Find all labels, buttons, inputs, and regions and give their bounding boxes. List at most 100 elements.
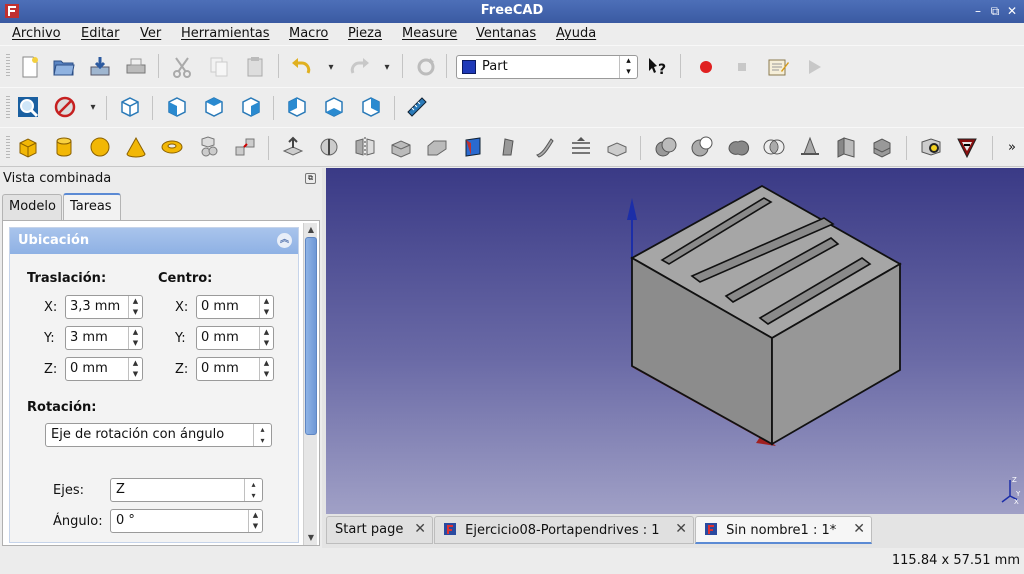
sphere-icon[interactable] — [86, 133, 114, 161]
torus-icon[interactable] — [158, 133, 186, 161]
angle-field[interactable]: 0 ° ▲ ▼ — [110, 509, 263, 533]
task-scrollbar[interactable]: ▲ ▼ — [303, 223, 317, 545]
placement-header[interactable]: Ubicación ︽ — [10, 228, 298, 254]
offset-icon[interactable] — [868, 133, 896, 161]
new-file-icon[interactable] — [16, 53, 44, 81]
revolve-icon[interactable] — [315, 133, 343, 161]
draw-style-dropdown-icon[interactable]: ▾ — [87, 93, 99, 121]
center-z-field[interactable]: 0 mm ▲ ▼ — [196, 357, 274, 381]
close-tab-icon[interactable]: ✕ — [414, 521, 426, 537]
common-icon[interactable] — [760, 133, 788, 161]
spin-arrows-icon[interactable]: ▲ ▼ — [259, 358, 273, 380]
rear-view-icon[interactable] — [283, 93, 311, 121]
print-icon[interactable] — [122, 53, 150, 81]
edit-macro-icon[interactable] — [764, 53, 792, 81]
undo-icon[interactable] — [288, 53, 316, 81]
shape-builder-icon[interactable] — [231, 133, 259, 161]
cut-boolean-icon[interactable] — [688, 133, 716, 161]
translation-x-field[interactable]: 3,3 mm ▲ ▼ — [65, 295, 143, 319]
scroll-thumb[interactable] — [305, 237, 317, 435]
close-tab-icon[interactable]: ✕ — [675, 521, 687, 537]
left-view-icon[interactable] — [357, 93, 385, 121]
boolean-icon[interactable] — [652, 133, 680, 161]
menu-editar[interactable]: Editar — [81, 26, 120, 41]
menu-herramientas[interactable]: Herramientas — [181, 26, 270, 41]
cut-icon[interactable] — [168, 53, 196, 81]
center-x-field[interactable]: 0 mm ▲ ▼ — [196, 295, 274, 319]
spin-arrows-icon[interactable]: ▲ ▼ — [128, 358, 142, 380]
redo-icon[interactable] — [345, 53, 373, 81]
doc-tab-start-page[interactable]: Start page ✕ — [326, 516, 433, 544]
primitives-icon[interactable] — [195, 133, 223, 161]
measure-distance-icon[interactable] — [403, 93, 431, 121]
doc-tab-sin-nombre1[interactable]: Sin nombre1 : 1* ✕ — [695, 516, 872, 544]
defeaturing-icon[interactable] — [953, 133, 981, 161]
menu-measure[interactable]: Measure — [402, 26, 457, 41]
thickness-icon[interactable] — [832, 133, 860, 161]
make-face-icon[interactable] — [459, 133, 487, 161]
section-cut-icon[interactable] — [796, 133, 824, 161]
tab-modelo[interactable]: Modelo — [2, 194, 62, 220]
fillet-icon[interactable] — [387, 133, 415, 161]
scroll-up-icon[interactable]: ▲ — [304, 223, 318, 237]
open-file-icon[interactable] — [50, 53, 78, 81]
spin-arrows-icon[interactable]: ▲ ▼ — [128, 327, 142, 349]
undo-dropdown-icon[interactable]: ▾ — [325, 53, 337, 81]
stop-macro-icon[interactable] — [728, 53, 756, 81]
toolbar-overflow-button[interactable]: » — [1002, 133, 1022, 161]
check-geometry-icon[interactable] — [917, 133, 945, 161]
close-window-button[interactable]: ✕ — [1004, 2, 1020, 20]
3d-viewport[interactable]: Z Y X — [326, 168, 1024, 514]
whats-this-icon[interactable]: ? — [643, 53, 671, 81]
mirror-icon[interactable] — [351, 133, 379, 161]
record-macro-icon[interactable] — [692, 53, 720, 81]
right-view-icon[interactable] — [237, 93, 265, 121]
rotation-mode-select[interactable]: Eje de rotación con ángulo ▴ ▾ — [45, 423, 272, 447]
cone-icon[interactable] — [122, 133, 150, 161]
spin-arrows-icon[interactable]: ▲ ▼ — [259, 296, 273, 318]
cylinder-icon[interactable] — [50, 133, 78, 161]
center-y-field[interactable]: 0 mm ▲ ▼ — [196, 326, 274, 350]
box-icon[interactable] — [14, 133, 42, 161]
close-tab-icon[interactable]: ✕ — [853, 521, 865, 537]
draw-style-icon[interactable] — [51, 93, 79, 121]
translation-z-field[interactable]: 0 mm ▲ ▼ — [65, 357, 143, 381]
menu-pieza[interactable]: Pieza — [348, 26, 382, 41]
menu-macro[interactable]: Macro — [289, 26, 328, 41]
fit-all-icon[interactable] — [14, 93, 42, 121]
front-view-icon[interactable] — [163, 93, 191, 121]
tab-tareas[interactable]: Tareas — [63, 193, 121, 220]
collapse-icon[interactable]: ︽ — [277, 233, 292, 248]
paste-icon[interactable] — [241, 53, 269, 81]
scroll-down-icon[interactable]: ▼ — [304, 531, 318, 545]
refresh-icon[interactable] — [412, 53, 440, 81]
float-panel-icon[interactable]: ⧉ — [305, 173, 316, 184]
toolbar-grip[interactable] — [6, 96, 10, 120]
menu-ventanas[interactable]: Ventanas — [476, 26, 536, 41]
spin-arrows-icon[interactable]: ▲ ▼ — [248, 510, 262, 532]
fuse-icon[interactable] — [724, 133, 752, 161]
chamfer-icon[interactable] — [423, 133, 451, 161]
spin-arrows-icon[interactable]: ▲ ▼ — [259, 327, 273, 349]
translation-y-field[interactable]: 3 mm ▲ ▼ — [65, 326, 143, 350]
isometric-view-icon[interactable] — [116, 93, 144, 121]
section-icon[interactable] — [603, 133, 631, 161]
top-view-icon[interactable] — [200, 93, 228, 121]
loft-icon[interactable] — [531, 133, 559, 161]
bottom-view-icon[interactable] — [320, 93, 348, 121]
toolbar-grip[interactable] — [6, 136, 10, 160]
doc-tab-ejercicio08[interactable]: Ejercicio08-Portapendrives : 1 ✕ — [434, 516, 694, 544]
redo-dropdown-icon[interactable]: ▾ — [381, 53, 393, 81]
maximize-button[interactable]: ⧉ — [987, 2, 1003, 20]
copy-icon[interactable] — [205, 53, 233, 81]
ruled-surface-icon[interactable] — [495, 133, 523, 161]
minimize-button[interactable]: – — [970, 2, 986, 20]
extrude-icon[interactable] — [279, 133, 307, 161]
menu-archivo[interactable]: Archivo — [12, 26, 61, 41]
menu-ayuda[interactable]: Ayuda — [556, 26, 596, 41]
toolbar-grip[interactable] — [6, 54, 10, 78]
axis-select[interactable]: Z ▴ ▾ — [110, 478, 263, 502]
sweep-icon[interactable] — [567, 133, 595, 161]
save-icon[interactable] — [86, 53, 114, 81]
run-macro-icon[interactable] — [800, 53, 828, 81]
